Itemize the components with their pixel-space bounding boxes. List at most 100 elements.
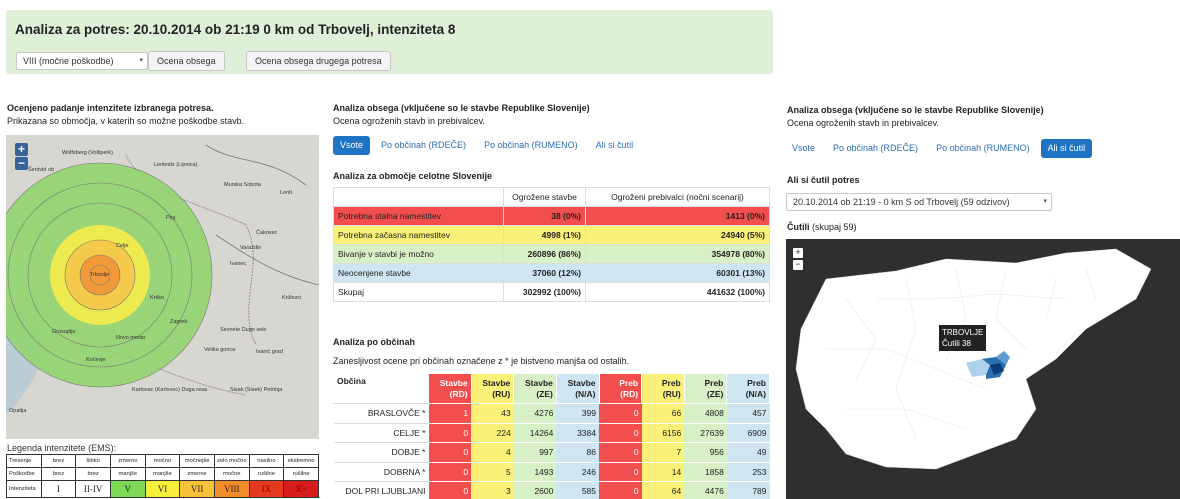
map-label: Varaždin	[240, 245, 262, 251]
obcina-value: 585	[556, 481, 599, 499]
obcina-value: 6909	[726, 423, 770, 443]
obcine-header[interactable]: Občina	[333, 373, 429, 404]
obcina-value: 43	[471, 403, 514, 424]
legend-cell: močno	[144, 454, 181, 468]
legend-cell: X+	[283, 480, 319, 498]
obcina-value: 0	[599, 403, 642, 424]
obcina-value: 997	[513, 442, 557, 463]
intensity-title: Ocenjeno padanje intenzitete izbranega p…	[7, 103, 214, 113]
summary-row-label: Bivanje v stavbi je možno	[333, 244, 504, 264]
map-label: Ivanić grad	[256, 349, 283, 355]
summary-row-label: Skupaj	[333, 282, 504, 302]
felt-question: Ali si čutil potres	[787, 175, 860, 185]
tab-po-obcinah-rumeno[interactable]: Po občinah (RUMENO)	[929, 139, 1037, 158]
zoom-out-button[interactable]: −	[15, 157, 28, 170]
map-label: Wolfsberg (Voltiperk)	[62, 150, 113, 156]
obcina-name: CELJE *	[333, 423, 429, 443]
felt-total: (skupaj 59)	[812, 222, 857, 232]
select-caret-icon: ▾	[1043, 198, 1047, 205]
earthquake-select[interactable]: 20.10.2014 ob 21:19 - 0 km S od Trbovelj…	[786, 193, 1052, 211]
obcine-header[interactable]: Stavbe (RD)	[428, 373, 472, 404]
map-label: Karlovac (Karlovec) Duga resa	[132, 387, 207, 393]
legend-row: Intenziteta I II-IV V VI VII VIII IX X+	[6, 480, 319, 498]
tab-po-obcinah-rdece[interactable]: Po občinah (RDEČE)	[826, 139, 925, 158]
obcina-value: 64	[641, 481, 685, 499]
legend-cell: nasilno	[248, 454, 285, 468]
map-label: Sisak (Sisek) Petrinja	[230, 387, 283, 393]
legend-cell: zmerno	[109, 454, 146, 468]
summary-row: Potrebna stalna namestitev 38 (0%) 1413 (0…	[333, 206, 770, 226]
obcine-header[interactable]: Stavbe (N/A)	[555, 373, 600, 404]
obcina-value: 789	[726, 481, 770, 499]
intensity-select[interactable]: VIII (močne poškodbe) ▾	[16, 52, 148, 70]
tooltip-name: TRBOVLJE	[942, 328, 984, 337]
table-row: DOBRNA * 0 5 1493 246 0 14 1858 253	[333, 462, 770, 482]
analysis-banner: Analiza za potres: 20.10.2014 ob 21:19 0…	[6, 10, 773, 74]
obcina-name: BRASLOVČE *	[333, 403, 429, 424]
obcine-header[interactable]: Preb (RD)	[598, 373, 643, 404]
map-tooltip: TRBOVLJE Čutili 38	[938, 324, 988, 352]
obcina-name: DOBJE *	[333, 442, 429, 463]
obcina-value: 956	[684, 442, 727, 463]
obcine-header[interactable]: Preb (ZE)	[683, 373, 728, 404]
tab-ali-si-cutil[interactable]: Ali si čutil	[1040, 139, 1093, 158]
tab-po-obcinah-rdece[interactable]: Po občinah (RDEČE)	[374, 136, 473, 155]
felt-map[interactable]: + −	[786, 239, 1180, 499]
legend-cell: manjše	[144, 467, 181, 481]
obcina-value: 224	[471, 423, 514, 443]
obcina-value: 457	[726, 403, 770, 424]
obcina-value: 0	[599, 442, 642, 463]
legend-cell: VII	[179, 480, 215, 498]
summary-row: Bivanje v stavbi je možno 260896 (86%) 354…	[333, 244, 770, 264]
tab-po-obcinah-rumeno[interactable]: Po občinah (RUMENO)	[477, 136, 585, 155]
obcina-value: 3384	[556, 423, 599, 443]
tab-vsote[interactable]: Vsote	[333, 136, 371, 155]
intensity-subtitle: Prikazana so območja, v katerih so možne…	[7, 116, 245, 126]
obcine-header[interactable]: Preb (N/A)	[726, 373, 770, 404]
obcine-table: Občina Stavbe (RD) Stavbe (RU) Stavbe (ZE) S…	[333, 373, 770, 499]
obcina-value: 66	[641, 403, 685, 424]
summary-row-value: 60301 (13%)	[585, 263, 770, 283]
obcine-header[interactable]: Preb (RU)	[641, 373, 685, 404]
obcina-value: 49	[726, 442, 770, 463]
zoom-in-button[interactable]: +	[15, 143, 28, 156]
intensity-select-value: VIII (močne poškodbe)	[23, 56, 114, 66]
legend-row-head: Poškodbe	[6, 467, 42, 481]
summary-row-value: 354978 (80%)	[585, 244, 770, 264]
obcina-value: 0	[428, 423, 472, 443]
area-title: Analiza za območje celotne Slovenije	[333, 171, 493, 181]
obcina-value: 0	[599, 481, 642, 499]
legend-cell: brez	[40, 454, 77, 468]
estimate-other-quake-button[interactable]: Ocena obsega drugega potresa	[246, 51, 391, 71]
felt-count: Čutili (skupaj 59)	[787, 222, 857, 232]
map-label: Sevnete Dugo selo	[220, 327, 267, 333]
page-title: Analiza za potres: 20.10.2014 ob 21:19 0…	[15, 22, 456, 37]
tab-ali-si-cutil[interactable]: Ali si čutil	[589, 136, 641, 155]
tooltip-value: Čutili 38	[942, 339, 971, 348]
map-label: Novo mesto	[116, 335, 146, 341]
legend-cell: V	[109, 480, 146, 498]
summary-row-value: 302992 (100%)	[503, 282, 586, 302]
obcine-header[interactable]: Stavbe (RU)	[470, 373, 515, 404]
map-label: Trbovlje	[90, 272, 110, 278]
map-label: Lenti	[280, 190, 292, 196]
tab-vsote[interactable]: Vsote	[785, 139, 822, 158]
obcina-value: 4276	[513, 403, 557, 424]
table-row: DOBJE * 0 4 997 86 0 7 956 49	[333, 442, 770, 463]
felt-zoom-in-button[interactable]: +	[793, 248, 803, 258]
legend-cell: manjše	[109, 467, 146, 481]
legend-cell: močne	[213, 467, 250, 481]
felt-zoom-out-button[interactable]: −	[793, 260, 803, 270]
intensity-map[interactable]: + − Wolfsberg (Voltiperk) Lenbnitz (Lipn…	[6, 135, 319, 439]
analysis-tabs: Vsote Po občinah (RDEČE) Po občinah (RUM…	[333, 136, 640, 155]
obcina-value: 5	[471, 462, 514, 482]
analysis-subtitle: Ocena ogroženih stavb in prebivalcev.	[333, 116, 485, 126]
estimate-button[interactable]: Ocena obsega	[148, 51, 225, 71]
legend-cell: brez	[40, 467, 77, 481]
summary-header: Ogroženi prebivalci (nočni scenarij)	[585, 187, 770, 207]
obcine-header[interactable]: Stavbe (ZE)	[513, 373, 557, 404]
summary-row: Skupaj 302992 (100%) 441632 (100%)	[333, 282, 770, 302]
slovenia-map-canvas	[795, 248, 1152, 470]
map-label: Celje	[116, 243, 129, 249]
obcina-value: 0	[599, 462, 642, 482]
